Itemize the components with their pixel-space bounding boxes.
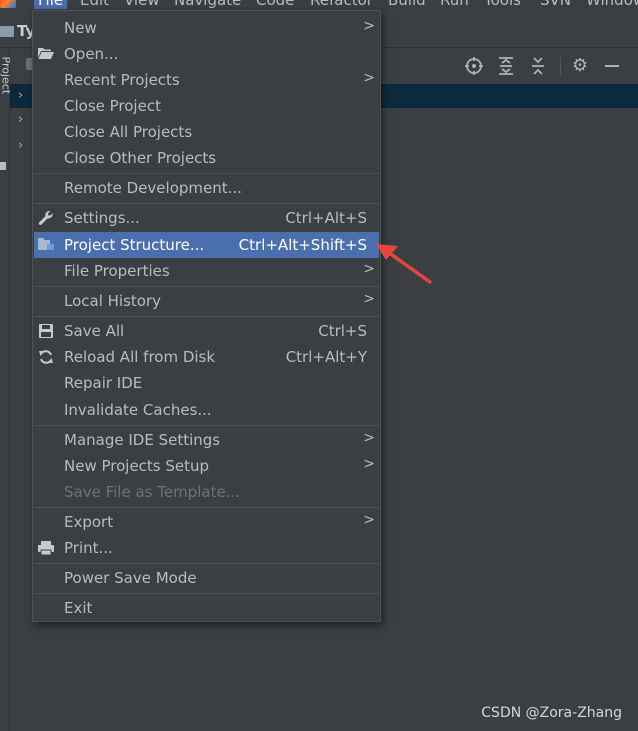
menu-item-power-save-mode[interactable]: Power Save Mode [34, 565, 379, 591]
chevron-right-icon: > [363, 512, 375, 528]
menu-run[interactable]: Run [440, 0, 469, 9]
menu-item-shortcut: Ctrl+S [318, 322, 367, 340]
menu-navigate[interactable]: Navigate [174, 0, 241, 9]
menu-item-settings[interactable]: Settings... Ctrl+Alt+S [34, 205, 379, 231]
menu-item-exit[interactable]: Exit [34, 595, 379, 621]
menu-item-label: Reload All from Disk [64, 348, 216, 366]
save-icon [37, 323, 55, 339]
menu-item-close-project[interactable]: Close Project [34, 93, 379, 119]
chevron-right-icon: > [363, 18, 375, 34]
menu-separator [34, 203, 379, 204]
collapse-all-icon[interactable] [526, 54, 550, 78]
menu-item-label: Remote Development... [64, 179, 242, 197]
menu-item-label: Print... [64, 539, 113, 557]
menu-separator [34, 425, 379, 426]
menu-bar: File Edit View Navigate Code Refactor Bu… [0, 0, 638, 10]
chevron-right-icon: > [363, 70, 375, 86]
menu-item-label: New Projects Setup [64, 457, 210, 475]
menu-item-save-all[interactable]: Save All Ctrl+S [34, 318, 379, 344]
left-tool-strip: Project [0, 48, 13, 731]
chevron-right-icon: > [363, 456, 375, 472]
menu-item-remote-development[interactable]: Remote Development... [34, 175, 379, 201]
menu-item-manage-ide-settings[interactable]: Manage IDE Settings > [34, 427, 379, 453]
menu-item-reload-all[interactable]: Reload All from Disk Ctrl+Alt+Y [34, 344, 379, 370]
refresh-icon [37, 349, 55, 365]
menu-item-shortcut: Ctrl+Alt+S [285, 209, 367, 227]
menu-item-print[interactable]: Print... [34, 535, 379, 561]
menu-item-new[interactable]: New > [34, 15, 379, 41]
expand-all-icon[interactable] [494, 54, 518, 78]
menu-item-shortcut: Ctrl+Alt+Y [285, 348, 367, 366]
minimize-icon[interactable] [600, 54, 624, 78]
menu-item-export[interactable]: Export > [34, 509, 379, 535]
watermark: CSDN @Zora-Zhang [481, 705, 622, 721]
menu-item-label: Repair IDE [64, 374, 143, 392]
menu-item-label: Invalidate Caches... [64, 401, 212, 419]
menu-item-local-history[interactable]: Local History > [34, 288, 379, 314]
menu-item-close-all-projects[interactable]: Close All Projects [34, 119, 379, 145]
menu-item-save-file-as-template: Save File as Template... [34, 479, 379, 505]
annotation-arrow-icon [376, 244, 432, 284]
menu-item-file-properties[interactable]: File Properties > [34, 258, 379, 284]
menu-item-label: Exit [64, 599, 93, 617]
file-menu-dropdown: New > Open... Recent Projects > Close Pr… [32, 10, 381, 622]
menu-tools[interactable]: Tools [484, 0, 521, 9]
menu-separator [34, 593, 379, 594]
menu-item-shortcut: Ctrl+Alt+Shift+S [238, 236, 367, 254]
structure-tool-icon[interactable] [0, 162, 6, 170]
menu-item-label: Save File as Template... [64, 483, 240, 501]
menu-item-label: Close Project [64, 97, 161, 115]
menu-separator [34, 316, 379, 317]
menu-item-close-other-projects[interactable]: Close Other Projects [34, 145, 379, 171]
menu-separator [34, 173, 379, 174]
menu-item-label: New [64, 19, 97, 37]
menu-item-label: Manage IDE Settings [64, 431, 221, 449]
open-folder-icon [37, 46, 55, 62]
printer-icon [37, 540, 55, 556]
menu-separator [34, 507, 379, 508]
app-logo-icon [0, 0, 16, 8]
menu-item-project-structure[interactable]: Project Structure... Ctrl+Alt+Shift+S [34, 232, 379, 258]
tree-expand-icon[interactable]: › [18, 89, 30, 102]
gear-icon[interactable]: ⚙ [568, 54, 592, 78]
menu-item-repair-ide[interactable]: Repair IDE [34, 370, 379, 396]
menu-code[interactable]: Code [256, 0, 294, 9]
menu-item-label: Project Structure... [64, 236, 205, 254]
toolbar-divider [560, 57, 561, 75]
menu-item-invalidate-caches[interactable]: Invalidate Caches... [34, 397, 379, 423]
menu-file[interactable]: File [34, 0, 68, 9]
menu-item-label: Export [64, 513, 114, 531]
menu-item-recent-projects[interactable]: Recent Projects > [34, 67, 379, 93]
menu-separator [34, 286, 379, 287]
menu-build[interactable]: Build [388, 0, 426, 9]
chevron-right-icon: > [363, 291, 375, 307]
menu-item-label: Open... [64, 45, 119, 63]
menu-item-label: File Properties [64, 262, 170, 280]
wrench-icon [37, 210, 55, 226]
menu-window[interactable]: Window [586, 0, 638, 9]
menu-item-new-projects-setup[interactable]: New Projects Setup > [34, 453, 379, 479]
menu-item-label: Settings... [64, 209, 140, 227]
tree-expand-icon[interactable]: › [18, 113, 30, 126]
menu-item-label: Close Other Projects [64, 149, 217, 167]
menu-separator [34, 563, 379, 564]
menu-item-label: Close All Projects [64, 123, 193, 141]
menu-edit[interactable]: Edit [80, 0, 109, 9]
tree-expand-icon[interactable]: › [18, 139, 30, 152]
menu-item-open[interactable]: Open... [34, 41, 379, 67]
locate-icon[interactable] [462, 54, 486, 78]
menu-svn[interactable]: SVN [540, 0, 571, 9]
menu-item-label: Recent Projects [64, 71, 180, 89]
menu-item-label: Local History [64, 292, 162, 310]
chevron-right-icon: > [363, 430, 375, 446]
menu-item-label: Power Save Mode [64, 569, 197, 587]
menu-item-label: Save All [64, 322, 125, 340]
menu-refactor[interactable]: Refactor [310, 0, 373, 9]
folder-icon [0, 26, 14, 37]
project-structure-icon [38, 238, 54, 250]
ide-window: File Edit View Navigate Code Refactor Bu… [0, 0, 638, 731]
menu-view[interactable]: View [124, 0, 160, 9]
